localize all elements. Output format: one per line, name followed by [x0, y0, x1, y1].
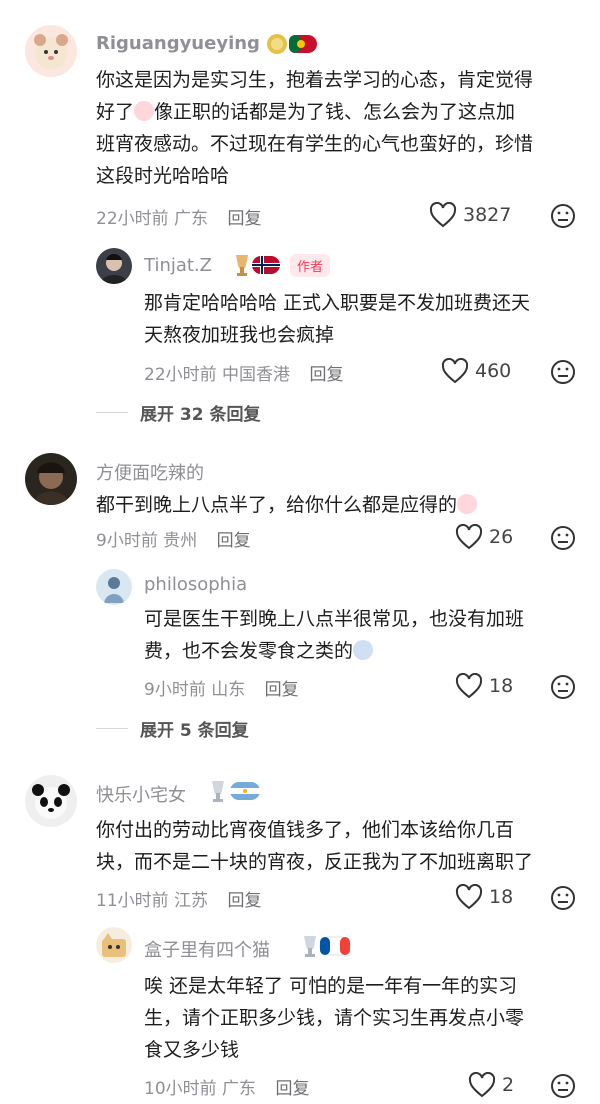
comment-text: 你这是因为是实习生，抱着去学习的心态，肯定觉得 好了 像正职的话都是为了钱、怎么会… [96, 69, 534, 187]
comment-text: 都干到晚上八点半了，给你什么都是应得的 [96, 489, 566, 521]
avatar[interactable] [96, 569, 132, 605]
heart-outline-icon [455, 524, 483, 550]
avatar[interactable] [96, 248, 132, 284]
like-button[interactable]: 460 [441, 358, 511, 384]
crying-face-icon [134, 101, 155, 121]
username[interactable]: 快乐小宅女 [96, 781, 186, 807]
meh-face-icon[interactable] [550, 674, 576, 700]
like-button[interactable]: 18 [455, 673, 513, 699]
like-count: 18 [489, 886, 514, 908]
divider [96, 728, 128, 729]
comment-text: 可是医生干到晚上八点半很常见，也没有加班 费，也不会发零食之类的 [144, 608, 525, 662]
sad-face-icon [353, 640, 374, 660]
meh-face-icon[interactable] [550, 885, 576, 911]
author-tag: 作者 [290, 254, 331, 277]
avatar[interactable] [25, 775, 77, 827]
heart-outline-icon [455, 884, 483, 910]
like-count: 18 [489, 675, 514, 697]
comment-text: 唉 还是太年轻了 可怕的是一年有一年的实习 生，请个正职多少钱，请个实习生再发点… [144, 975, 525, 1061]
heart-outline-icon [429, 202, 457, 228]
comment-meta: 9小时前 山东 回复 [144, 680, 299, 700]
comment-meta: 10小时前 广东 回复 [144, 1079, 310, 1099]
meh-face-icon[interactable] [550, 1073, 576, 1099]
meh-face-icon[interactable] [550, 203, 576, 229]
comment-meta: 22小时前 广东 回复 [96, 209, 262, 229]
heart-outline-icon [441, 358, 469, 384]
like-button[interactable]: 3827 [429, 202, 511, 228]
comment-meta: 11小时前 江苏 回复 [96, 891, 262, 911]
like-button[interactable]: 18 [455, 884, 513, 910]
comment-meta: 9小时前 贵州 回复 [96, 531, 251, 551]
expand-replies-button[interactable]: 展开 5 条回复 [96, 716, 249, 741]
reply-button[interactable]: 回复 [275, 1079, 309, 1099]
reply-button[interactable]: 回复 [227, 891, 261, 911]
avatar[interactable] [96, 927, 132, 963]
trophy-badge-icon [304, 936, 351, 957]
like-count: 2 [502, 1074, 515, 1096]
like-count: 26 [489, 526, 514, 548]
comment-meta: 22小时前 中国香港 回复 [144, 365, 344, 385]
trophy-badge-icon [212, 781, 260, 802]
like-button[interactable]: 26 [455, 524, 513, 550]
comment-text: 那肯定哈哈哈哈 正式入职要是不发加班费还天 天熬夜加班我也会疯掉 [144, 292, 531, 346]
username[interactable]: 方便面吃辣的 [96, 459, 204, 485]
like-count: 3827 [463, 204, 512, 226]
heart-outline-icon [455, 673, 483, 699]
avatar[interactable] [25, 25, 77, 77]
reply-button[interactable]: 回复 [217, 531, 251, 551]
medal-badge-icon [267, 34, 317, 54]
comment-text: 你付出的劳动比宵夜值钱多了，他们本该给你几百 块，而不是二十块的宵夜，反正我为了… [96, 819, 534, 873]
like-button[interactable]: 2 [468, 1072, 514, 1098]
reply-button[interactable]: 回复 [227, 209, 261, 229]
heart-outline-icon [468, 1072, 496, 1098]
meh-face-icon[interactable] [550, 525, 576, 551]
trophy-badge-icon [236, 255, 280, 276]
username[interactable]: philosophia [144, 574, 247, 595]
like-count: 460 [475, 360, 512, 382]
username[interactable]: 盒子里有四个猫 [144, 936, 270, 962]
username[interactable]: Tinjat.Z [144, 255, 212, 276]
divider [96, 412, 128, 413]
crying-face-icon [457, 494, 478, 514]
avatar[interactable] [25, 453, 77, 505]
meh-face-icon[interactable] [550, 359, 576, 385]
reply-button[interactable]: 回复 [309, 365, 343, 385]
expand-replies-button[interactable]: 展开 32 条回复 [96, 400, 261, 425]
reply-button[interactable]: 回复 [265, 680, 299, 700]
username[interactable]: Riguangyueying [96, 33, 260, 54]
